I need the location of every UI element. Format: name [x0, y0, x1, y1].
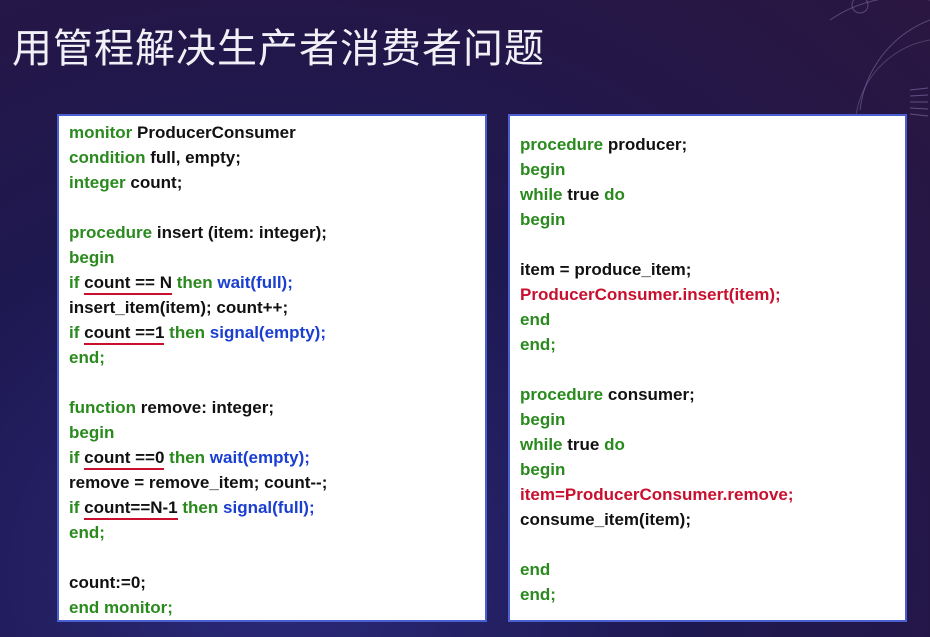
code-line: count:=0;	[69, 573, 146, 592]
underlined-condition: count ==1	[84, 323, 165, 345]
code-line: begin	[520, 160, 566, 179]
underlined-condition: count==N-1	[84, 498, 178, 520]
underlined-condition: count ==0	[84, 448, 165, 470]
code-line: insert_item(item); count++;	[69, 298, 289, 317]
code-line: end	[520, 560, 551, 579]
code-line: if count ==0 then wait(empty);	[59, 445, 485, 470]
code-line: consume_item(item);	[520, 510, 691, 529]
code-line: end;	[520, 335, 556, 354]
code-line: procedure producer;	[520, 135, 688, 154]
code-line: if count == N then wait(full);	[59, 270, 485, 295]
code-line: end;	[520, 585, 556, 604]
code-line: procedure insert (item: integer);	[69, 223, 327, 242]
code-line: while true do	[520, 435, 625, 454]
code-line: begin	[520, 460, 566, 479]
producer-consumer-code-panel: procedure producer; begin while true do …	[508, 114, 907, 622]
code-line: integer count;	[69, 173, 183, 192]
code-line: ProducerConsumer.insert(item);	[520, 285, 781, 304]
code-line: monitor ProducerConsumer	[69, 123, 296, 142]
code-line: end;	[69, 348, 105, 367]
code-line: end monitor;	[69, 598, 173, 617]
monitor-code-panel: monitor ProducerConsumer condition full,…	[57, 114, 487, 622]
page-title: 用管程解决生产者消费者问题	[12, 26, 545, 72]
code-line: item = produce_item;	[520, 260, 692, 279]
code-line: begin	[69, 248, 115, 267]
code-line: condition full, empty;	[69, 148, 241, 167]
code-line: if count==N-1 then signal(full);	[59, 495, 485, 520]
code-line: begin	[520, 210, 566, 229]
code-line: procedure consumer;	[520, 385, 695, 404]
code-line: begin	[520, 410, 566, 429]
code-line: while true do	[520, 185, 625, 204]
code-line: end	[520, 310, 551, 329]
code-line: item=ProducerConsumer.remove;	[520, 485, 794, 504]
code-line: remove = remove_item; count--;	[69, 473, 328, 492]
code-line: function remove: integer;	[69, 398, 274, 417]
code-line: if count ==1 then signal(empty);	[59, 320, 485, 345]
underlined-condition: count == N	[84, 273, 172, 295]
code-line: end;	[69, 523, 105, 542]
code-line: begin	[69, 423, 115, 442]
